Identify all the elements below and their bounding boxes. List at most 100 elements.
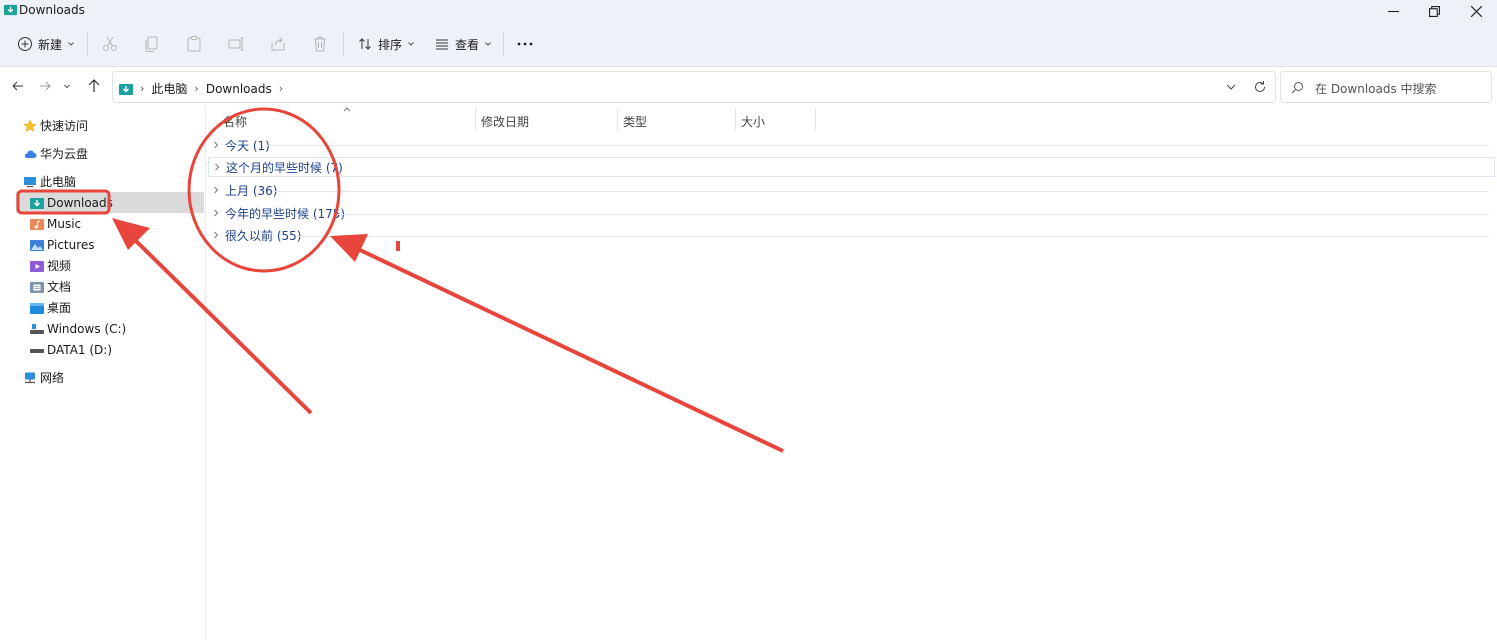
toolbar-separator (87, 32, 88, 56)
music-folder-icon (30, 218, 44, 230)
chevron-down-icon (68, 42, 74, 46)
sidebar-item-desktop[interactable]: 桌面 (30, 297, 71, 318)
downloads-folder-icon (119, 83, 133, 95)
sidebar-item-label: Pictures (47, 237, 95, 252)
column-header-date[interactable]: 修改日期 (481, 113, 529, 130)
computer-icon (24, 176, 36, 187)
sidebar-item-label: 华为云盘 (40, 147, 89, 161)
close-icon (1470, 5, 1482, 17)
sidebar-item-huawei-cloud[interactable]: 华为云盘 (23, 143, 88, 164)
cloud-icon (24, 150, 37, 158)
drive-c-icon (30, 323, 44, 334)
up-arrow-icon[interactable] (86, 78, 102, 94)
sidebar-item-pictures[interactable]: Pictures (30, 234, 95, 255)
forward-arrow-icon[interactable] (37, 78, 53, 94)
address-bar[interactable]: › 此电脑 › Downloads › (112, 71, 1276, 103)
group-header-long-ago[interactable]: 很久以前 (55) (213, 225, 301, 245)
view-label: 查看 (455, 37, 480, 52)
downloads-folder-icon (4, 4, 17, 16)
documents-folder-icon (30, 281, 44, 293)
group-divider (333, 214, 1489, 215)
group-label: 上月 (36) (225, 183, 278, 198)
sidebar-item-label: DATA1 (D:) (47, 342, 113, 357)
group-divider (297, 236, 1489, 237)
search-icon (1291, 82, 1303, 94)
toolbar-separator (343, 32, 344, 56)
sidebar-item-music[interactable]: Music (30, 213, 81, 234)
column-header-type[interactable]: 类型 (623, 113, 647, 130)
column-divider[interactable] (735, 108, 736, 130)
group-header-today[interactable]: 今天 (1) (213, 135, 270, 155)
sidebar-item-label: 桌面 (47, 301, 72, 315)
breadcrumb-separator: › (194, 82, 199, 95)
sidebar-item-label: Downloads (47, 195, 113, 210)
file-list: 名称 修改日期 类型 大小 今天 (1) 这个月的早些时候 (7) 上月 (36… (207, 107, 1497, 640)
sort-button[interactable]: 排序 (357, 32, 415, 56)
group-header-earlier-this-year[interactable]: 今年的早些时候 (175) (213, 203, 345, 223)
sidebar-item-label: Windows (C:) (47, 321, 127, 336)
breadcrumb-this-pc[interactable]: 此电脑 (151, 80, 187, 97)
group-label: 今天 (1) (225, 138, 270, 153)
sidebar-item-downloads[interactable]: Downloads (30, 192, 113, 213)
chevron-right-icon (214, 141, 219, 149)
back-arrow-icon[interactable] (10, 78, 26, 94)
cut-icon[interactable] (101, 35, 119, 53)
sort-caret-icon (343, 107, 351, 112)
rename-icon[interactable] (227, 35, 245, 53)
sidebar-item-videos[interactable]: 视频 (30, 255, 71, 276)
chevron-down-icon[interactable] (1225, 81, 1237, 93)
restore-icon (1428, 5, 1440, 17)
group-label: 今年的早些时候 (175) (225, 206, 346, 221)
restore-button[interactable] (1413, 0, 1455, 22)
close-button[interactable] (1455, 0, 1497, 22)
group-header-earlier-this-month[interactable]: 这个月的早些时候 (7) (208, 157, 1495, 177)
plus-circle-icon (18, 37, 32, 51)
toolbar-separator (503, 32, 504, 56)
command-bar: 新建 排序 查看 (0, 22, 1497, 67)
drive-d-icon (30, 348, 44, 353)
view-list-icon (436, 39, 448, 50)
window-title: Downloads (19, 3, 85, 17)
group-divider (267, 145, 1489, 146)
column-divider[interactable] (617, 108, 618, 130)
sidebar-item-documents[interactable]: 文档 (30, 276, 71, 297)
breadcrumb: › 此电脑 › Downloads › (119, 80, 283, 97)
group-header-last-month[interactable]: 上月 (36) (213, 180, 277, 200)
sidebar-item-network[interactable]: 网络 (23, 367, 64, 388)
breadcrumb-downloads[interactable]: Downloads (206, 82, 272, 96)
sidebar-item-label: 快速访问 (40, 119, 89, 133)
column-header-name[interactable]: 名称 (223, 113, 247, 130)
sidebar-item-drive-d[interactable]: DATA1 (D:) (30, 339, 112, 360)
address-row: › 此电脑 › Downloads › 在 Downloads 中搜索 (0, 67, 1497, 107)
copy-icon[interactable] (143, 35, 161, 53)
breadcrumb-separator: › (140, 82, 145, 95)
title-bar: Downloads (0, 0, 1497, 22)
sidebar-item-quick-access[interactable]: 快速访问 (23, 115, 88, 136)
delete-icon[interactable] (311, 35, 329, 53)
column-header-size[interactable]: 大小 (741, 113, 765, 130)
column-divider[interactable] (815, 108, 816, 130)
search-box[interactable]: 在 Downloads 中搜索 (1280, 71, 1492, 103)
navigation-pane: 快速访问 华为云盘 此电脑 Downloads Music Pictures 视… (0, 107, 206, 640)
chevron-right-icon (215, 163, 220, 171)
sidebar-item-this-pc[interactable]: 此电脑 (23, 171, 76, 192)
pictures-folder-icon (30, 239, 44, 251)
minimize-button[interactable] (1372, 0, 1414, 22)
sidebar-item-drive-c[interactable]: Windows (C:) (30, 318, 126, 339)
refresh-icon[interactable] (1253, 80, 1267, 94)
paste-icon[interactable] (185, 35, 203, 53)
new-button[interactable]: 新建 (17, 32, 75, 56)
desktop-folder-icon (30, 302, 44, 314)
sidebar-item-label: 视频 (47, 259, 72, 273)
breadcrumb-separator: › (278, 82, 284, 95)
share-icon[interactable] (269, 35, 287, 53)
view-button[interactable]: 查看 (434, 32, 492, 56)
sidebar-item-label: 网络 (40, 371, 65, 385)
more-icon[interactable] (516, 35, 534, 53)
sort-icon (359, 38, 371, 50)
downloads-folder-icon (30, 197, 44, 209)
recent-locations-icon[interactable] (62, 78, 72, 94)
chevron-down-icon (408, 42, 414, 46)
chevron-right-icon (214, 186, 219, 194)
column-divider[interactable] (475, 108, 476, 130)
